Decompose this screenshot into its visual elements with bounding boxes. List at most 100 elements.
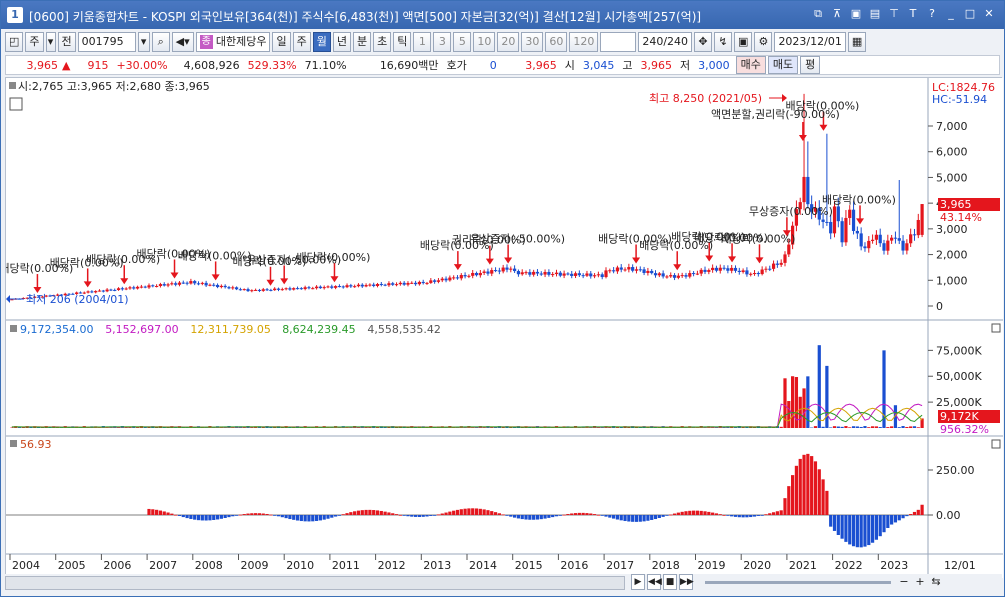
candle-body [592,275,597,277]
candle-body [196,283,201,285]
maximize-icon[interactable]: □ [963,7,977,21]
prev-button[interactable]: 전 [57,32,76,52]
minute-120[interactable]: 120 [569,32,599,52]
minimize-icon[interactable]: _ [944,7,958,21]
candle-body [608,270,612,272]
osc-bar [185,515,189,519]
minute-1[interactable]: 1 [413,32,432,52]
period-year[interactable]: 년 [332,32,351,52]
up-icon[interactable]: ⊤ [887,7,901,21]
stock-name-field[interactable]: 종 대한제당우 [195,32,271,52]
period-day[interactable]: 일 [272,32,291,52]
expand-icon[interactable]: ⇆ [929,574,943,590]
window-icon[interactable]: ◰ [5,32,24,52]
scroll-stop-icon[interactable]: ■ [663,574,677,590]
osc-bar [863,515,867,547]
hoga-value: 0 [489,58,497,72]
speaker-icon[interactable]: ◀▾ [171,32,194,52]
close-icon[interactable]: ✕ [982,7,996,21]
osc-bar [699,510,703,515]
draw-icon[interactable]: ↯ [714,32,733,52]
copy-icon[interactable]: ⧉ [811,7,825,21]
title-bar: 1 [0600] 키움종합차트 - KOSPI 외국인보유[364(천)] 주식… [1,1,1004,29]
event-label: 배당락(0.00%) [721,232,795,245]
eval-button[interactable]: 평 [800,56,821,74]
osc-bar [433,515,437,516]
period-second[interactable]: 초 [373,32,392,52]
period-week[interactable]: 주 [292,32,311,52]
search-icon[interactable]: ⌕ [151,32,170,52]
osc-bar [711,512,715,515]
osc-bar [867,515,871,546]
period-minute[interactable]: 분 [352,32,372,52]
code-dropdown-icon[interactable]: ▾ [137,32,150,52]
osc-bar [402,515,406,516]
scroll-start-icon[interactable]: ◀◀ [647,574,662,590]
minute-3[interactable]: 3 [433,32,452,52]
osc-bar [474,508,479,515]
candle-body [604,270,608,278]
scroll-end-icon[interactable]: ▶▶ [679,574,694,590]
chevron-down-icon[interactable]: ▾ [45,32,56,52]
osc-bar [855,515,859,548]
scroll-right-icon[interactable]: ▶ [631,574,645,590]
candle-body [307,287,311,289]
candle-body [897,238,901,241]
calendar-icon[interactable]: ▦ [847,32,867,52]
minute-60[interactable]: 60 [545,32,568,52]
period-tick[interactable]: 틱 [393,32,412,52]
osc-bar [848,515,852,545]
osc-bar [893,515,898,523]
osc-bar [745,515,749,518]
price-axis-label: 6,000 [936,146,968,159]
sell-button[interactable]: 매도 [767,56,799,74]
text-icon[interactable]: T [906,7,920,21]
period-month[interactable]: 월 [312,32,331,52]
candle-body [722,267,726,269]
osc-bar [398,514,402,516]
candle-body [771,263,776,269]
zoom-out-icon[interactable]: − [897,574,911,590]
osc-bar [311,515,315,522]
candle-body [768,268,772,270]
code-input[interactable]: 001795 [77,32,136,52]
x-axis-label: 2016 [560,559,588,572]
osc-bar [254,513,258,515]
layout-icon[interactable]: ▤ [868,7,882,21]
candle-body [524,272,528,274]
zoom-slider[interactable] [705,581,891,584]
period-select[interactable]: 주 [25,32,44,52]
zoom-in-icon[interactable]: + [913,574,927,590]
candle-body [181,282,185,284]
candle-body [349,285,353,287]
help-icon[interactable]: ? [925,7,939,21]
osc-bar [551,515,555,518]
count-input[interactable]: 240/240 [638,32,693,52]
candle-body [653,273,658,276]
save-icon[interactable]: ▣ [734,32,753,52]
minute-5[interactable]: 5 [453,32,472,52]
open-value: 3,045 [582,58,615,72]
osc-bar [859,515,863,548]
restore-small-icon[interactable]: ▣ [849,7,863,21]
crosshair-icon[interactable]: ✥ [694,32,713,52]
minute-20[interactable]: 20 [497,32,520,52]
gear-icon[interactable]: ⚙ [754,32,773,52]
scrollbar-track[interactable] [5,576,625,590]
chart-area[interactable]: 시:2,765 고:3,965 저:2,680 종:3,965 LC:1824.… [0,77,1003,578]
minute-10[interactable]: 10 [473,32,496,52]
x-axis-label: 2020 [743,559,771,572]
buy-button[interactable]: 매수 [735,56,766,74]
pin-icon[interactable]: ⊼ [830,7,844,21]
candle-body [890,237,894,241]
date-input[interactable]: 2023/12/01 [774,32,846,52]
osc-bar [760,515,764,516]
osc-bar [832,515,837,531]
price-marker: 3,965 [940,198,972,211]
osc-bar [520,515,524,520]
osc-bar [638,515,642,522]
chart-svg[interactable]: 시:2,765 고:3,965 저:2,680 종:3,965 LC:1824.… [0,78,1003,578]
minute-30[interactable]: 30 [521,32,544,52]
price-axis-label: 1,000 [936,274,968,287]
blank-select[interactable] [600,32,637,52]
